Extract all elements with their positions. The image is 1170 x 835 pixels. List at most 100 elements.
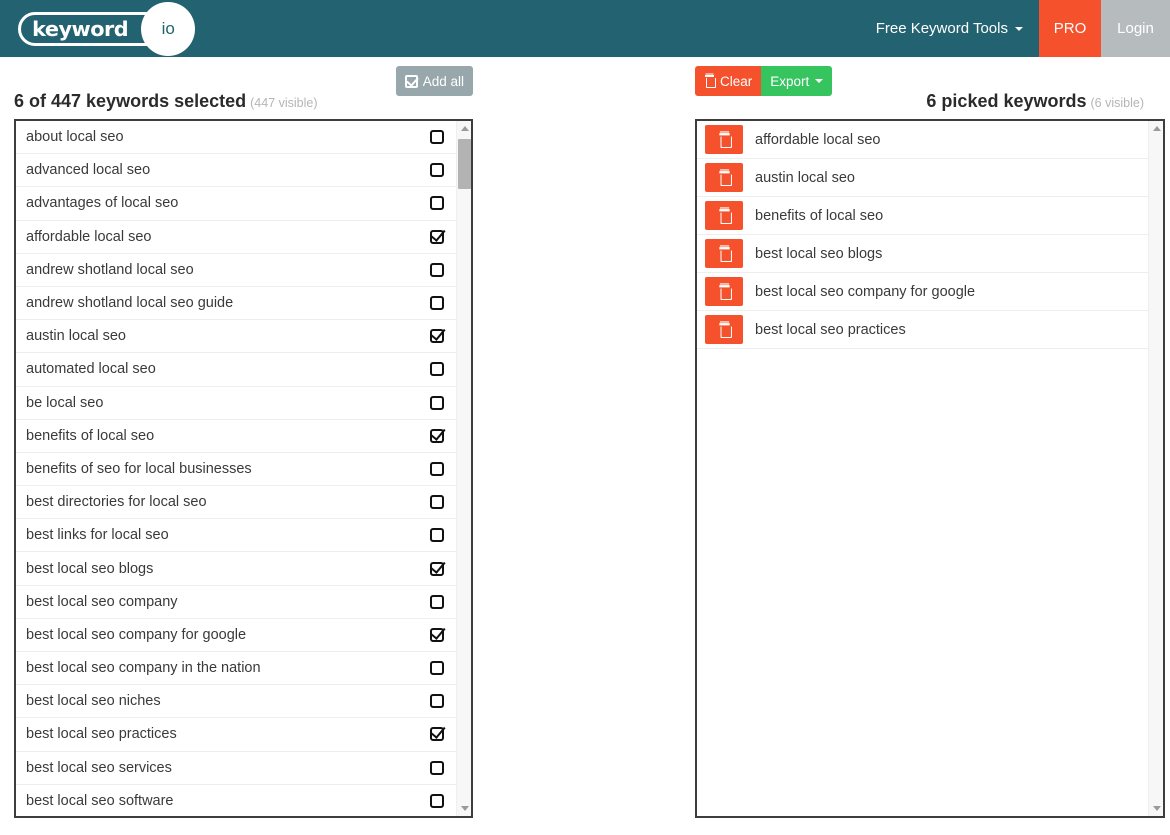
keyword-label: be local seo — [26, 394, 104, 411]
keyword-row[interactable]: best local seo software — [16, 784, 456, 816]
keyword-checkbox-unchecked[interactable] — [430, 461, 444, 476]
picked-keyword-row[interactable]: affordable local seo — [697, 121, 1148, 159]
keyword-row[interactable]: best links for local seo — [16, 519, 456, 553]
keyword-checkbox-unchecked[interactable] — [430, 262, 444, 277]
keyword-label: best local seo company for google — [26, 626, 247, 643]
keyword-checkbox-checked[interactable] — [430, 561, 444, 576]
keyword-checkbox-checked[interactable] — [430, 229, 444, 244]
logo-circle-badge: io — [141, 1, 196, 56]
keywords-list: about local seo advanced local seo advanta… — [16, 121, 456, 816]
keyword-row[interactable]: benefits of local seo — [16, 419, 456, 453]
keyword-checkbox-checked[interactable] — [430, 428, 444, 443]
keyword-label: best local seo company in the nation — [26, 660, 261, 677]
picked-actions-group: Clear Export — [695, 66, 833, 96]
keyword-row[interactable]: advanced local seo — [16, 154, 456, 188]
keyword-row[interactable]: best local seo company for google — [16, 618, 456, 652]
keyword-checkbox-unchecked[interactable] — [430, 793, 444, 808]
delete-keyword-button[interactable] — [705, 239, 743, 268]
nav-pro-label: PRO — [1053, 20, 1087, 37]
scroll-down-arrow[interactable] — [457, 801, 471, 816]
keyword-checkbox-unchecked[interactable] — [430, 694, 444, 709]
trash-icon — [718, 208, 731, 224]
scrollbar-thumb[interactable] — [458, 139, 471, 189]
keywords-visible-count-text: (447 visible) — [250, 96, 318, 110]
keywords-scrollbar[interactable] — [456, 121, 471, 816]
picked-keyword-label: best local seo practices — [755, 321, 906, 338]
delete-keyword-button[interactable] — [705, 315, 743, 344]
keyword-row[interactable]: andrew shotland local seo guide — [16, 286, 456, 321]
keyword-checkbox-unchecked[interactable] — [430, 661, 444, 676]
picked-keyword-row[interactable]: benefits of local seo — [697, 197, 1148, 235]
keyword-row[interactable]: best local seo practices — [16, 718, 456, 752]
nav-login-button[interactable]: Login — [1101, 0, 1170, 57]
keyword-checkbox-unchecked[interactable] — [430, 760, 444, 775]
keyword-row[interactable]: andrew shotland local seo — [16, 253, 456, 287]
picked-keywords-scrollbar[interactable] — [1148, 121, 1163, 816]
keyword-checkbox-unchecked[interactable] — [430, 594, 444, 609]
keyword-label: benefits of seo for local businesses — [26, 460, 252, 477]
scroll-up-arrow[interactable] — [1149, 121, 1163, 136]
keyword-label: best local seo software — [26, 792, 174, 809]
keyword-row[interactable]: best local seo niches — [16, 685, 456, 719]
top-navbar: keyword io Free Keyword Tools PRO Login — [0, 0, 1170, 57]
scroll-up-arrow[interactable] — [457, 121, 471, 136]
delete-keyword-button[interactable] — [705, 201, 743, 230]
keyword-checkbox-unchecked[interactable] — [430, 528, 444, 543]
keyword-row[interactable]: best local seo company in the nation — [16, 652, 456, 686]
picked-keywords-panel: Clear Export 6 picked keywords (6 visible… — [690, 57, 1170, 818]
delete-keyword-button[interactable] — [705, 163, 743, 192]
picked-visible-count-text: (6 visible) — [1090, 96, 1145, 110]
keyword-checkbox-checked[interactable] — [430, 627, 444, 642]
keyword-checkbox-unchecked[interactable] — [430, 395, 444, 410]
nav-pro-button[interactable]: PRO — [1039, 0, 1101, 57]
export-button[interactable]: Export — [761, 66, 833, 96]
picked-keyword-label: best local seo blogs — [755, 245, 883, 262]
keyword-row[interactable]: affordable local seo — [16, 220, 456, 254]
keywords-selected-count-text: 6 of 447 keywords selected — [14, 91, 247, 111]
keyword-checkbox-unchecked[interactable] — [430, 130, 444, 145]
scroll-down-arrow[interactable] — [1149, 801, 1163, 816]
nav-login-label: Login — [1117, 20, 1154, 37]
keyword-row[interactable]: advantages of local seo — [16, 187, 456, 221]
keyword-checkbox-checked[interactable] — [430, 727, 444, 742]
keyword-checkbox-checked[interactable] — [430, 329, 444, 344]
picked-keyword-row[interactable]: best local seo blogs — [697, 235, 1148, 273]
delete-keyword-button[interactable] — [705, 277, 743, 306]
keyword-checkbox-unchecked[interactable] — [430, 495, 444, 510]
clear-button[interactable]: Clear — [695, 66, 762, 96]
keywords-listbox: about local seo advanced local seo advanta… — [14, 119, 473, 818]
delete-keyword-button[interactable] — [705, 125, 743, 154]
triangle-up-icon — [460, 126, 469, 131]
keyword-row[interactable]: automated local seo — [16, 353, 456, 387]
keyword-label: andrew shotland local seo — [26, 261, 194, 278]
picked-keyword-row[interactable]: austin local seo — [697, 159, 1148, 197]
keyword-checkbox-unchecked[interactable] — [430, 362, 444, 377]
keyword-label: austin local seo — [26, 328, 126, 345]
trash-icon — [718, 246, 731, 262]
keyword-checkbox-unchecked[interactable] — [430, 296, 444, 311]
keyword-row[interactable]: austin local seo — [16, 320, 456, 354]
keyword-row[interactable]: benefits of seo for local businesses — [16, 452, 456, 487]
keyword-row[interactable]: best local seo services — [16, 751, 456, 785]
keyword-row[interactable]: about local seo — [16, 121, 456, 155]
keyword-row[interactable]: best directories for local seo — [16, 486, 456, 520]
picked-keyword-row[interactable]: best local seo practices — [697, 311, 1148, 349]
keyword-label: about local seo — [26, 129, 124, 146]
caret-down-icon — [815, 79, 824, 83]
site-logo[interactable]: keyword io — [0, 0, 200, 57]
picked-keyword-row[interactable]: best local seo company for google — [697, 273, 1148, 311]
keyword-label: automated local seo — [26, 361, 156, 378]
add-all-button[interactable]: Add all — [395, 66, 473, 96]
keyword-label: best local seo niches — [26, 693, 161, 710]
keyword-checkbox-unchecked[interactable] — [430, 163, 444, 178]
keyword-label: best local seo blogs — [26, 560, 154, 577]
keyword-label: best directories for local seo — [26, 494, 207, 511]
keyword-row[interactable]: be local seo — [16, 386, 456, 420]
nav-free-keyword-tools[interactable]: Free Keyword Tools — [860, 0, 1039, 57]
keyword-row[interactable]: best local seo blogs — [16, 552, 456, 586]
trash-icon — [718, 132, 731, 148]
keyword-label: best local seo company — [26, 593, 178, 610]
add-all-label: Add all — [422, 73, 464, 89]
keyword-checkbox-unchecked[interactable] — [430, 196, 444, 211]
keyword-row[interactable]: best local seo company — [16, 585, 456, 619]
